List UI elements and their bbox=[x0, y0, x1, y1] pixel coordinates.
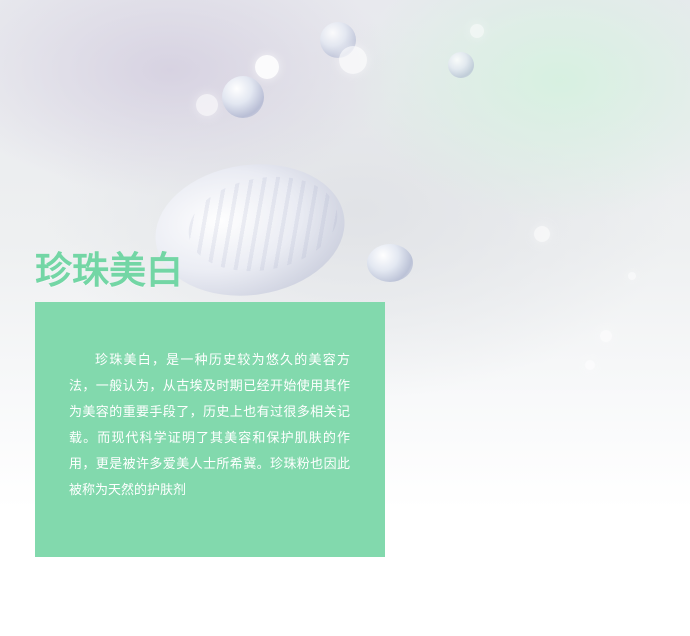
shell-ridge-texture bbox=[181, 165, 345, 283]
sparkle-highlight bbox=[534, 226, 550, 242]
sparkle-highlight bbox=[196, 94, 218, 116]
sparkle-highlight bbox=[470, 24, 484, 38]
description-text: 珍珠美白，是一种历史较为悠久的美容方法，一般认为，从古埃及时期已经开始使用其作为… bbox=[69, 353, 350, 498]
promo-canvas: 珍珠美白 珍珠美白，是一种历史较为悠久的美容方法，一般认为，从古埃及时期已经开始… bbox=[0, 0, 690, 636]
sparkle-highlight bbox=[600, 330, 612, 342]
sparkle-highlight bbox=[339, 46, 367, 74]
page-title: 珍珠美白 bbox=[35, 248, 183, 292]
pearl-image bbox=[367, 244, 413, 282]
pearl-image bbox=[448, 52, 474, 78]
description-card: 珍珠美白，是一种历史较为悠久的美容方法，一般认为，从古埃及时期已经开始使用其作为… bbox=[35, 302, 385, 557]
sparkle-highlight bbox=[628, 272, 636, 280]
sparkle-highlight bbox=[585, 360, 595, 370]
pearl-image bbox=[222, 76, 264, 118]
pearl-image bbox=[320, 22, 356, 58]
sparkle-highlight bbox=[255, 55, 279, 79]
